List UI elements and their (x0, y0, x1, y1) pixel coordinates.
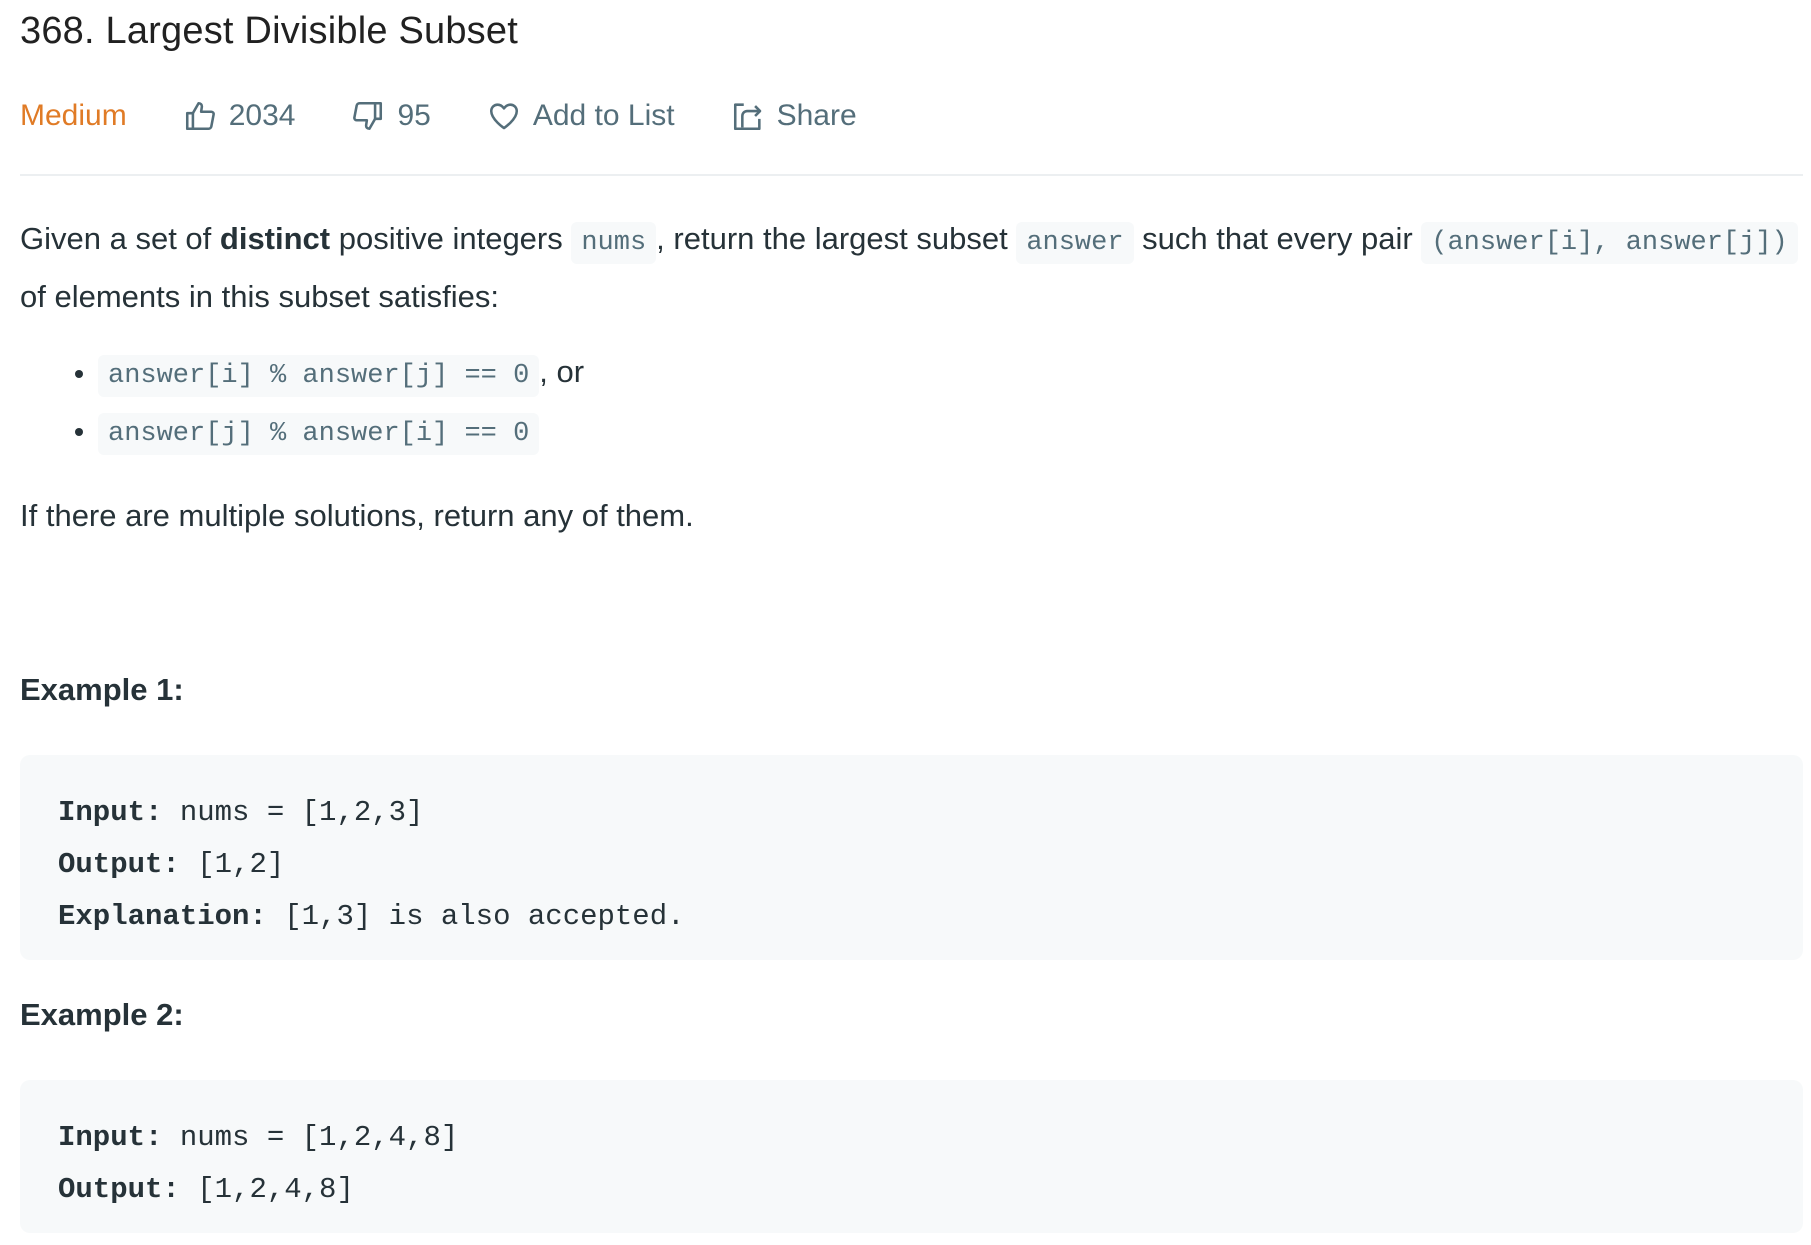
example-line: Output: [1,2] (58, 839, 1765, 891)
example-value: [1,2] (179, 848, 285, 881)
example-value: [1,2,4,8] (179, 1173, 354, 1206)
share-label: Share (776, 99, 857, 132)
example-value: [1,3] is also accepted. (266, 900, 685, 933)
condition-item: answer[j] % answer[i] == 0 (98, 403, 1803, 461)
example-label: Output: (58, 848, 180, 881)
condition-code: answer[i] % answer[j] == 0 (98, 355, 540, 397)
add-to-list-button[interactable]: Add to List (487, 99, 675, 133)
example-label: Output: (58, 1173, 180, 1206)
example-2-block: Input: nums = [1,2,4,8] Output: [1,2,4,8… (20, 1080, 1803, 1233)
example-1-block: Input: nums = [1,2,3] Output: [1,2] Expl… (20, 755, 1803, 960)
code-nums: nums (571, 222, 657, 264)
example-line: Output: [1,2,4,8] (58, 1164, 1765, 1216)
like-button[interactable]: 2034 (183, 99, 296, 133)
text: such that every pair (1133, 221, 1422, 256)
thumbs-down-icon (353, 101, 383, 131)
example-value: nums = [1,2,4,8] (162, 1121, 459, 1154)
example-line: Input: nums = [1,2,4,8] (58, 1112, 1765, 1164)
code-answer: answer (1016, 222, 1134, 264)
example-value: nums = [1,2,3] (162, 796, 424, 829)
dislike-count: 95 (397, 99, 431, 132)
text: positive integers (330, 221, 572, 256)
text: Given a set of (20, 221, 220, 256)
share-icon (733, 103, 761, 131)
text: of elements in this subset satisfies: (20, 279, 500, 314)
text: , return the largest subset (656, 221, 1017, 256)
add-to-list-label: Add to List (532, 99, 675, 132)
condition-suffix: , or (539, 354, 585, 389)
code-pair: (answer[i], answer[j]) (1421, 222, 1798, 264)
difficulty-badge: Medium (20, 99, 127, 132)
problem-title: 368. Largest Divisible Subset (20, 10, 518, 52)
emphasis-distinct: distinct (219, 221, 331, 256)
conditions-list: answer[i] % answer[j] == 0, or answer[j]… (20, 345, 1803, 461)
like-count: 2034 (228, 99, 296, 132)
example-label: Input: (58, 796, 163, 829)
dislike-button[interactable]: 95 (351, 99, 431, 133)
example-1-heading: Example 1: (20, 672, 184, 707)
multiple-solutions-note: If there are multiple solutions, return … (20, 498, 694, 533)
condition-code: answer[j] % answer[i] == 0 (98, 413, 540, 455)
thumbs-up-icon (185, 101, 215, 131)
header-divider (20, 174, 1803, 176)
condition-item: answer[i] % answer[j] == 0, or (98, 345, 1803, 403)
example-line: Input: nums = [1,2,3] (58, 787, 1765, 839)
description-paragraph: Given a set of distinct positive integer… (20, 212, 1803, 323)
share-button[interactable]: Share (731, 99, 857, 133)
problem-description: Given a set of distinct positive integer… (20, 212, 1803, 542)
example-label: Input: (58, 1121, 163, 1154)
heart-icon (489, 103, 518, 130)
example-2-heading: Example 2: (20, 997, 184, 1032)
example-line: Explanation: [1,3] is also accepted. (58, 891, 1765, 943)
problem-meta-bar: Medium 2034 95 Add to List Share (20, 95, 913, 137)
example-label: Explanation: (58, 900, 267, 933)
